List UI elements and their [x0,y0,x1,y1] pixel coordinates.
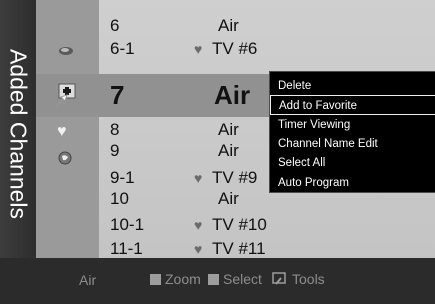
channel-row[interactable]: 8 Air [110,120,290,141]
channel-number: 9-1 [110,168,135,187]
menu-item-add-to-favorite[interactable]: Add to Favorite [270,95,435,115]
side-title: Added Channels [5,48,32,220]
channel-number: 9 [110,141,120,160]
channel-row[interactable]: 9 Air [110,141,290,162]
antenna-icon [57,44,75,58]
menu-item-select-all[interactable]: Select All [278,153,435,173]
channel-name: Air [218,120,239,139]
tools-label: Tools [292,271,325,287]
menu-item-auto-program[interactable]: Auto Program [278,173,435,193]
zoom-key-icon [150,274,161,285]
channel-name: Air [218,16,239,35]
tools-icon [272,272,288,286]
globe-icon [58,151,72,165]
favorite-heart-icon: ♥ [194,41,203,57]
zoom-label: Zoom [165,271,201,287]
source-label: Air [79,272,97,288]
channel-number: 10 [110,189,129,208]
select-hint[interactable]: Select [208,271,262,287]
channel-number: 6-1 [110,39,135,58]
channel-row[interactable]: 6-1 ♥ TV #6 [110,39,290,60]
channel-name: Air [218,141,239,160]
channel-row[interactable]: 6 Air [110,16,290,37]
channel-row[interactable]: 10 Air [110,189,290,210]
channel-number: 6 [110,16,120,35]
channel-row[interactable]: 10-1 ♥ TV #10 [110,215,290,236]
select-key-icon [208,274,219,285]
channel-number: 7 [110,80,125,110]
menu-item-timer-viewing[interactable]: Timer Viewing [278,115,435,135]
channel-number: 11-1 [110,239,143,258]
channel-row-selected[interactable]: 7 Air [110,80,290,112]
channel-name: TV #10 [212,215,267,234]
favorite-heart-icon: ♥ [194,241,203,257]
select-label: Select [223,271,262,287]
heart-icon: ♥ [57,123,67,140]
tools-context-menu: Delete Add to Favorite Timer Viewing Cha… [269,71,435,193]
favorite-heart-icon: ♥ [194,217,203,233]
channel-name: Air [214,80,251,110]
channel-name: TV #9 [212,168,258,187]
channel-row[interactable]: 9-1 ♥ TV #9 [110,168,290,189]
menu-item-delete[interactable]: Delete [278,76,435,96]
channel-name: TV #6 [212,39,258,58]
favorite-heart-icon: ♥ [194,170,203,186]
channel-name: TV #11 [212,239,266,258]
channel-number: 10-1 [110,215,145,234]
zoom-hint[interactable]: Zoom [150,271,201,287]
tools-hint[interactable]: Tools [272,271,325,287]
side-panel: Added Channels [0,0,36,258]
menu-item-channel-name-edit[interactable]: Channel Name Edit [278,134,435,154]
add-channel-icon[interactable] [53,82,83,110]
channel-row[interactable]: 11-1 ♥ TV #11 [110,239,290,260]
channel-number: 8 [110,120,120,139]
channel-name: Air [218,189,239,208]
footer-bar: Air Zoom Select Tools [0,258,435,304]
